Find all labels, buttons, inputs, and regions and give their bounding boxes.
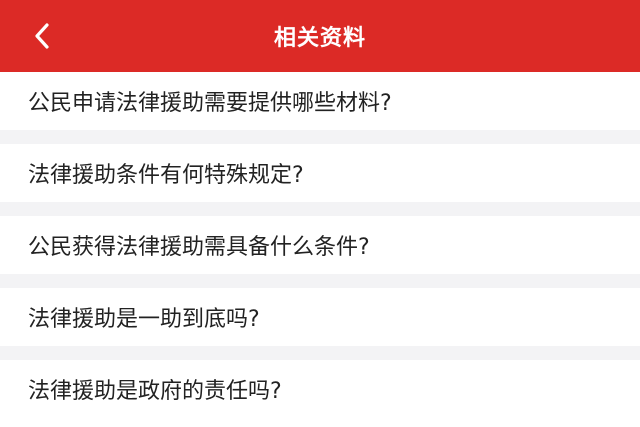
divider — [0, 274, 640, 288]
divider — [0, 202, 640, 216]
app-screen: 相关资料 公民申请法律援助需要提供哪些材料? 法律援助条件有何特殊规定? 公民获… — [0, 0, 640, 427]
back-button[interactable] — [22, 16, 62, 56]
chevron-left-icon — [35, 23, 49, 49]
list-item-label: 法律援助是一助到底吗? — [28, 307, 260, 332]
list-item-label: 公民申请法律援助需要提供哪些材料? — [28, 91, 392, 116]
list-item-special-rules[interactable]: 法律援助条件有何特殊规定? — [0, 144, 640, 202]
related-docs-list: 公民申请法律援助需要提供哪些材料? 法律援助条件有何特殊规定? 公民获得法律援助… — [0, 72, 640, 418]
list-item-label: 法律援助是政府的责任吗? — [28, 379, 282, 404]
divider — [0, 130, 640, 144]
divider — [0, 346, 640, 360]
page-title: 相关资料 — [273, 26, 366, 51]
list-item-label: 公民获得法律援助需具备什么条件? — [28, 235, 370, 260]
list-item-government-duty[interactable]: 法律援助是政府的责任吗? — [0, 360, 640, 418]
list-item-label: 法律援助条件有何特殊规定? — [28, 163, 304, 188]
list-item-eligibility[interactable]: 公民获得法律援助需具备什么条件? — [0, 216, 640, 274]
list-item-full-support[interactable]: 法律援助是一助到底吗? — [0, 288, 640, 346]
nav-header: 相关资料 — [0, 0, 640, 72]
list-item-materials[interactable]: 公民申请法律援助需要提供哪些材料? — [0, 72, 640, 130]
